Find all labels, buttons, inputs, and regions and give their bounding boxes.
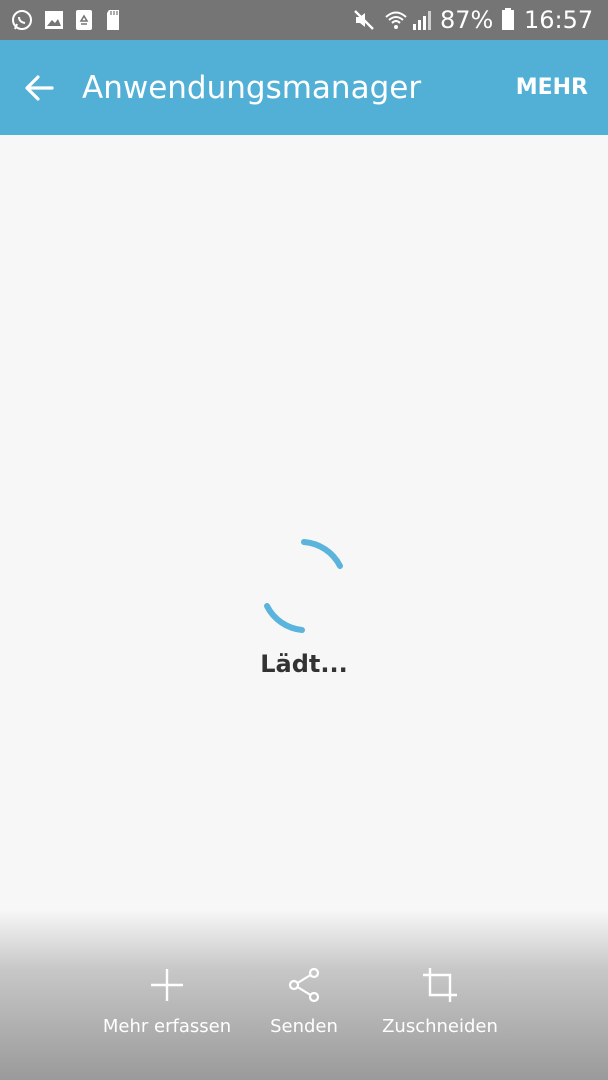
battery-icon <box>502 8 514 30</box>
wifi-icon <box>385 11 407 29</box>
app-bar: Anwendungsmanager MEHR <box>0 40 608 135</box>
plus-icon <box>151 969 183 1001</box>
mute-icon <box>354 10 374 30</box>
crop-icon <box>423 968 457 1002</box>
signal-icon <box>413 11 431 30</box>
page-title: Anwendungsmanager <box>82 70 422 106</box>
more-button[interactable]: MEHR <box>516 72 588 104</box>
back-button[interactable] <box>18 66 62 110</box>
recycle-icon <box>76 10 92 30</box>
crop-button[interactable]: Zuschneiden <box>360 965 520 1039</box>
loading-spinner <box>264 539 343 633</box>
share-icon <box>288 967 320 1003</box>
gallery-icon <box>45 11 63 29</box>
back-arrow-icon <box>25 75 54 101</box>
more-capture-label: Mehr erfassen <box>102 1016 232 1037</box>
whatsapp-icon <box>12 10 32 30</box>
more-capture-button[interactable]: Mehr erfassen <box>87 965 247 1039</box>
loading-text: Lädt... <box>260 650 348 678</box>
crop-label: Zuschneiden <box>382 1016 498 1037</box>
battery-percent: 87% <box>440 6 494 34</box>
sd-card-icon <box>107 10 119 30</box>
clock: 16:57 <box>524 6 594 34</box>
status-bar: 87% 16:57 <box>0 0 608 40</box>
